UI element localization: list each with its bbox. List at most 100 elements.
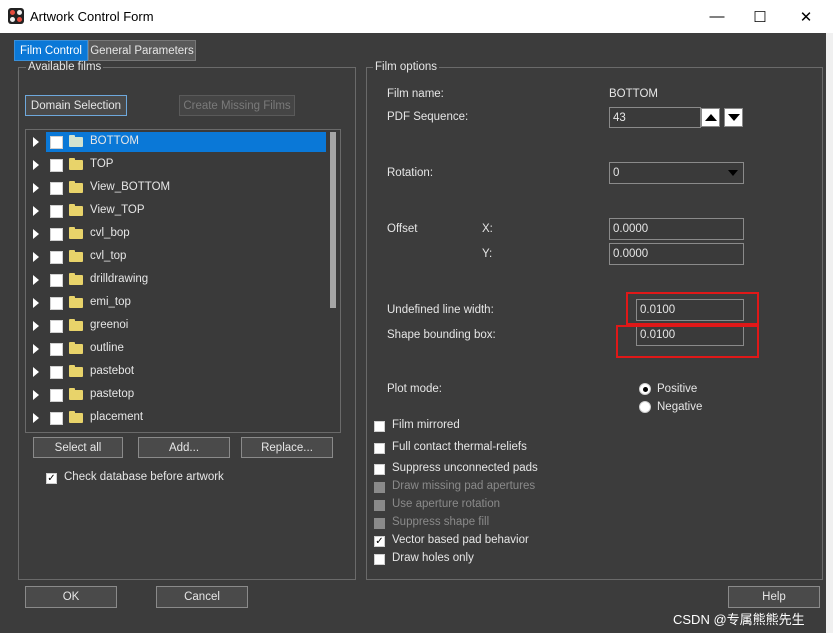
domain-selection-button[interactable]: Domain Selection: [25, 95, 127, 116]
chevron-down-icon: [728, 170, 738, 176]
film-tree-item[interactable]: TOP: [26, 155, 328, 175]
folder-icon: [69, 296, 83, 308]
pdf-sequence-up-button[interactable]: [701, 108, 720, 127]
chevron-right-icon[interactable]: [33, 344, 39, 354]
triangle-down-icon: [727, 114, 740, 121]
film-label: pastebot: [90, 365, 135, 377]
positive-radio[interactable]: [639, 383, 651, 395]
film-label: TOP: [90, 158, 114, 170]
option-label: Vector based pad behavior: [392, 534, 529, 546]
folder-icon: [69, 204, 83, 216]
film-checkbox[interactable]: [50, 159, 63, 172]
cancel-button[interactable]: Cancel: [156, 586, 248, 608]
add-button[interactable]: Add...: [138, 437, 230, 458]
tree-scrollbar[interactable]: [328, 130, 338, 430]
triangle-up-icon: [704, 114, 717, 121]
film-checkbox[interactable]: [50, 205, 63, 218]
option-checkbox[interactable]: ✓: [374, 536, 385, 547]
chevron-right-icon[interactable]: [33, 183, 39, 193]
film-checkbox[interactable]: [50, 182, 63, 195]
tree-scrollbar-thumb[interactable]: [330, 132, 336, 308]
chevron-right-icon[interactable]: [33, 367, 39, 377]
option-label: Full contact thermal-reliefs: [392, 441, 527, 453]
maximize-button[interactable]: ☐: [737, 0, 783, 33]
rotation-select[interactable]: 0: [609, 162, 744, 184]
replace-button[interactable]: Replace...: [241, 437, 333, 458]
offset-label: Offset: [387, 223, 418, 235]
option-checkbox[interactable]: [374, 443, 385, 454]
film-tree-item[interactable]: cvl_bop: [26, 224, 328, 244]
select-all-button[interactable]: Select all: [33, 437, 123, 458]
film-name-label: Film name:: [387, 88, 444, 100]
offset-y-input[interactable]: 0.0000: [609, 243, 744, 265]
chevron-right-icon[interactable]: [33, 413, 39, 423]
pdf-sequence-down-button[interactable]: [724, 108, 743, 127]
option-checkbox[interactable]: [374, 500, 385, 511]
chevron-right-icon[interactable]: [33, 160, 39, 170]
film-tree-item[interactable]: pastebot: [26, 362, 328, 382]
option-label: Draw holes only: [392, 552, 474, 564]
tab-film-control[interactable]: Film Control: [14, 40, 88, 61]
film-checkbox[interactable]: [50, 228, 63, 241]
watermark: CSDN @专属熊熊先生: [673, 612, 805, 627]
chevron-right-icon[interactable]: [33, 275, 39, 285]
film-tree-item[interactable]: emi_top: [26, 293, 328, 313]
film-tree-item[interactable]: View_BOTTOM: [26, 178, 328, 198]
film-tree-item[interactable]: outline: [26, 339, 328, 359]
film-label: placement: [90, 411, 144, 423]
plot-mode-label: Plot mode:: [387, 383, 442, 395]
film-label: View_BOTTOM: [90, 181, 171, 193]
chevron-right-icon[interactable]: [33, 137, 39, 147]
negative-radio[interactable]: [639, 401, 651, 413]
folder-icon: [69, 365, 83, 377]
film-checkbox[interactable]: [50, 251, 63, 264]
film-tree-item[interactable]: drilldrawing: [26, 270, 328, 290]
film-tree-item[interactable]: placement: [26, 408, 328, 428]
option-label: Use aperture rotation: [392, 498, 501, 510]
folder-icon: [69, 227, 83, 239]
selection-highlight: [46, 132, 326, 152]
pdf-sequence-input[interactable]: 43: [609, 107, 701, 128]
offset-x-input[interactable]: 0.0000: [609, 218, 744, 240]
chevron-right-icon[interactable]: [33, 298, 39, 308]
film-checkbox[interactable]: [50, 412, 63, 425]
option-checkbox[interactable]: [374, 482, 385, 493]
film-checkbox[interactable]: [50, 320, 63, 333]
chevron-right-icon[interactable]: [33, 252, 39, 262]
film-checkbox[interactable]: [50, 136, 63, 149]
folder-icon: [69, 342, 83, 354]
shape-bounding-box-label: Shape bounding box:: [387, 329, 496, 341]
film-tree-item[interactable]: cvl_top: [26, 247, 328, 267]
help-button[interactable]: Help: [728, 586, 820, 608]
film-checkbox[interactable]: [50, 343, 63, 356]
film-checkbox[interactable]: [50, 389, 63, 402]
chevron-right-icon[interactable]: [33, 206, 39, 216]
highlight-box: [626, 292, 759, 325]
close-button[interactable]: ✕: [783, 0, 829, 33]
create-missing-films-button[interactable]: Create Missing Films: [179, 95, 295, 116]
chevron-right-icon[interactable]: [33, 229, 39, 239]
chevron-right-icon[interactable]: [33, 321, 39, 331]
film-tree-item[interactable]: greenoi: [26, 316, 328, 336]
check-database-checkbox[interactable]: ✓: [46, 473, 57, 484]
app-icon: [8, 8, 24, 24]
option-checkbox[interactable]: [374, 554, 385, 565]
ok-button[interactable]: OK: [25, 586, 117, 608]
option-label: Suppress shape fill: [392, 516, 490, 528]
film-tree-item[interactable]: pastetop: [26, 385, 328, 405]
film-label: drilldrawing: [90, 273, 149, 285]
pdf-sequence-label: PDF Sequence:: [387, 111, 469, 123]
tab-general-parameters[interactable]: General Parameters: [88, 40, 196, 61]
option-checkbox[interactable]: [374, 464, 385, 475]
option-checkbox[interactable]: [374, 421, 385, 432]
film-options-title: Film options: [373, 61, 439, 73]
film-checkbox[interactable]: [50, 297, 63, 310]
option-checkbox[interactable]: [374, 518, 385, 529]
minimize-button[interactable]: —: [694, 0, 740, 33]
rotation-label: Rotation:: [387, 167, 434, 179]
chevron-right-icon[interactable]: [33, 390, 39, 400]
film-checkbox[interactable]: [50, 366, 63, 379]
film-tree-item[interactable]: View_TOP: [26, 201, 328, 221]
film-checkbox[interactable]: [50, 274, 63, 287]
film-tree-item[interactable]: BOTTOM: [26, 132, 328, 152]
